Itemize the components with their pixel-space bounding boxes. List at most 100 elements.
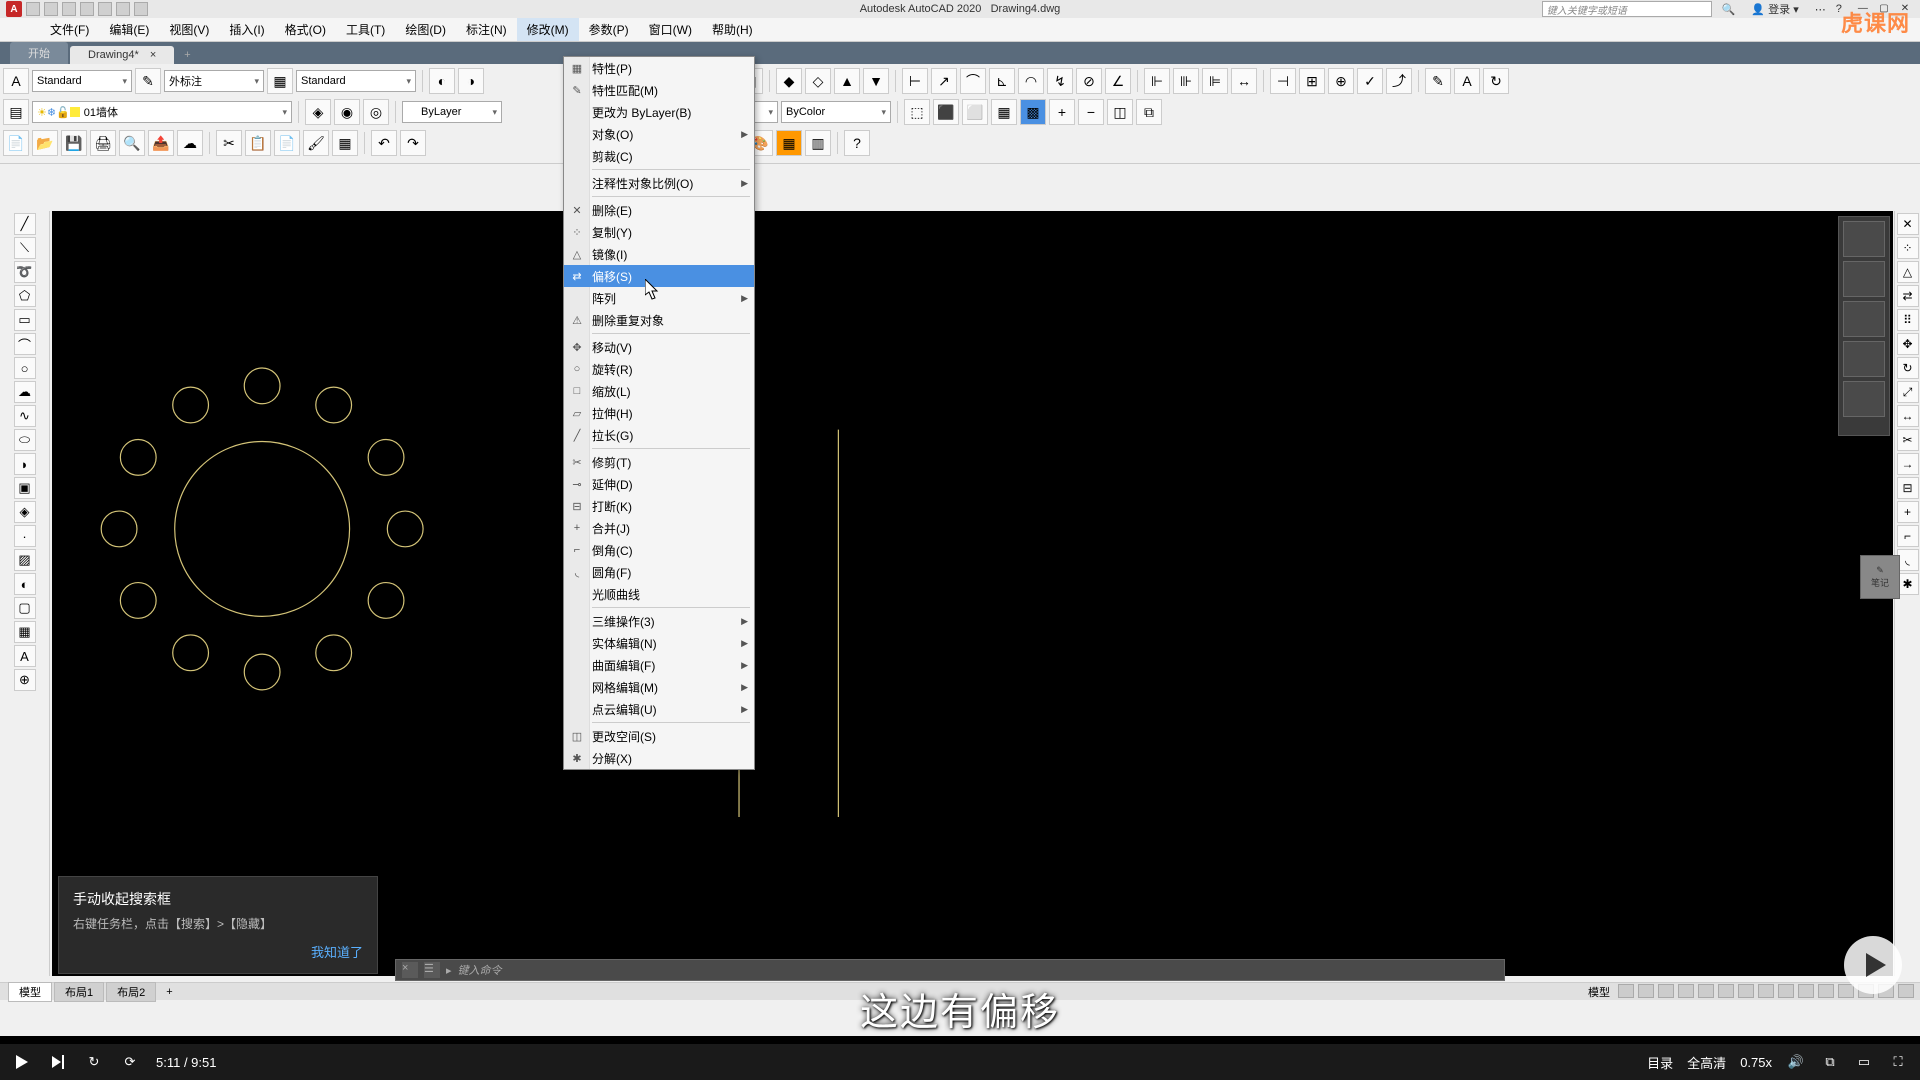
volume-icon[interactable]: 🔊 [1786,1052,1806,1072]
dim-quick-icon[interactable]: ⊩ [1144,68,1170,94]
polygon-icon[interactable]: ⬠ [14,285,36,307]
infocenter-icon[interactable]: 🔍 [1722,3,1736,16]
scale-icon[interactable]: ⤢ [1897,381,1919,403]
menu-array[interactable]: 阵列▶ [564,287,754,309]
menu-rotate[interactable]: ○旋转(R) [564,358,754,380]
copy-icon[interactable]: ⁘ [1897,237,1919,259]
menu-solid-edit[interactable]: 实体编辑(N)▶ [564,632,754,654]
loop-button[interactable]: ⟳ [120,1052,140,1072]
text-style-combo[interactable]: Standard▾ [32,70,132,92]
menu-explode[interactable]: ✱分解(X) [564,747,754,769]
menu-insert[interactable]: 插入(I) [219,18,274,41]
extend-icon[interactable]: → [1897,453,1919,475]
group-icon[interactable]: ⬚ [904,99,930,125]
ellipse-arc-icon[interactable]: ◗ [14,453,36,475]
status-lwt-icon[interactable] [1718,984,1734,998]
dim-style-icon[interactable]: ✎ [135,68,161,94]
menu-file[interactable]: 文件(F) [40,18,99,41]
tab-layout2[interactable]: 布局2 [106,982,156,1002]
dim-diameter-icon[interactable]: ⊘ [1076,68,1102,94]
dim-linear-icon[interactable]: ⊢ [902,68,928,94]
catalog-button[interactable]: 目录 [1647,1053,1673,1072]
make-block-icon[interactable]: ◈ [14,501,36,523]
table-style-combo[interactable]: Standard▾ [296,70,416,92]
status-grid-icon[interactable] [1618,984,1634,998]
menu-window[interactable]: 窗口(W) [639,18,702,41]
menu-object[interactable]: 对象(O)▶ [564,123,754,145]
modify-tool-icon[interactable]: ▼ [863,68,889,94]
menu-mirror[interactable]: △镜像(I) [564,243,754,265]
qat-redo-icon[interactable] [134,2,148,16]
match-icon[interactable]: 🖌 [303,130,329,156]
tab-close-icon[interactable]: × [150,49,156,61]
menu-view[interactable]: 视图(V) [159,18,219,41]
add-selection-icon[interactable]: + [1049,99,1075,125]
point-icon[interactable]: · [14,525,36,547]
paste-icon[interactable]: 📄 [274,130,300,156]
menu-offset[interactable]: ⇄偏移(S) [564,265,754,287]
menu-tools[interactable]: 工具(T) [336,18,395,41]
help-search-input[interactable]: 键入关键字或短语 [1542,1,1712,17]
signin-button[interactable]: 👤 登录 ▾ [1745,0,1804,18]
status-polar-icon[interactable] [1678,984,1694,998]
menu-dimension[interactable]: 标注(N) [456,18,517,41]
cut-icon[interactable]: ✂ [216,130,242,156]
dim-space-icon[interactable]: ↔ [1231,68,1257,94]
dim-style-combo[interactable]: 外标注▾ [164,70,264,92]
command-input[interactable]: 键入命令 [458,962,502,978]
erase-icon[interactable]: ✕ [1897,213,1919,235]
menu-chamfer[interactable]: ⌐倒角(C) [564,539,754,561]
menu-copy[interactable]: ⁘复制(Y) [564,221,754,243]
dim-break-icon[interactable]: ⊣ [1270,68,1296,94]
menu-fillet[interactable]: ◟圆角(F) [564,561,754,583]
exchange-icon[interactable]: ⋯ [1815,3,1826,16]
menu-join[interactable]: +合并(J) [564,517,754,539]
qat-open-icon[interactable] [44,2,58,16]
tooltip-ok-button[interactable]: 我知道了 [73,942,363,961]
spline-icon[interactable]: ∿ [14,405,36,427]
undo-icon[interactable]: ↶ [371,130,397,156]
sheet-icon[interactable]: ▥ [805,130,831,156]
line-icon[interactable]: ╱ [14,213,36,235]
menu-break[interactable]: ⊟打断(K) [564,495,754,517]
break-icon[interactable]: ⊟ [1897,477,1919,499]
dim-aligned-icon[interactable]: ↗ [931,68,957,94]
open-icon[interactable]: 📂 [32,130,58,156]
menu-move[interactable]: ✥移动(V) [564,336,754,358]
revcloud-icon[interactable]: ☁ [14,381,36,403]
chamfer-icon[interactable]: ⌐ [1897,525,1919,547]
xline-icon[interactable]: ⟍ [14,237,36,259]
cmdline-close-icon[interactable]: × [402,962,418,978]
tab-start[interactable]: 开始 [10,42,68,64]
menu-format[interactable]: 格式(O) [275,18,336,41]
menu-overkill[interactable]: ⚠删除重复对象 [564,309,754,331]
center-mark-icon[interactable]: ⊕ [1328,68,1354,94]
tool-icon[interactable]: ◑ [458,68,484,94]
drawing-canvas[interactable] [52,211,1893,976]
publish-icon[interactable]: 📤 [148,130,174,156]
pan-icon[interactable] [1843,261,1885,297]
viewcube-icon[interactable] [1843,221,1885,257]
cmdline-history-icon[interactable]: ☰ [424,962,440,978]
menu-surface-edit[interactable]: 曲面编辑(F)▶ [564,654,754,676]
table-icon[interactable]: ▦ [14,621,36,643]
block-icon[interactable]: ▦ [332,130,358,156]
orbit-icon[interactable] [1843,341,1885,377]
fullscreen-icon[interactable]: ⛶ [1888,1052,1908,1072]
menu-trim[interactable]: ✂修剪(T) [564,451,754,473]
mirror-icon[interactable]: △ [1897,261,1919,283]
select-icon[interactable]: ⬜ [962,99,988,125]
pip-icon[interactable]: ⧉ [1820,1052,1840,1072]
gradient-icon[interactable]: ◐ [14,573,36,595]
dim-radius-icon[interactable]: ◠ [1018,68,1044,94]
add-layout-button[interactable]: + [158,985,180,999]
select-similar-icon[interactable]: ▦ [991,99,1017,125]
menu-lengthen[interactable]: ╱拉长(G) [564,424,754,446]
next-button[interactable] [48,1052,68,1072]
array-icon[interactable]: ⠿ [1897,309,1919,331]
menu-3d-ops[interactable]: 三维操作(3)▶ [564,610,754,632]
menu-draw[interactable]: 绘图(D) [395,18,456,41]
hatch-icon[interactable]: ▨ [14,549,36,571]
theater-icon[interactable]: ▭ [1854,1052,1874,1072]
isolate-icon[interactable]: ◫ [1107,99,1133,125]
